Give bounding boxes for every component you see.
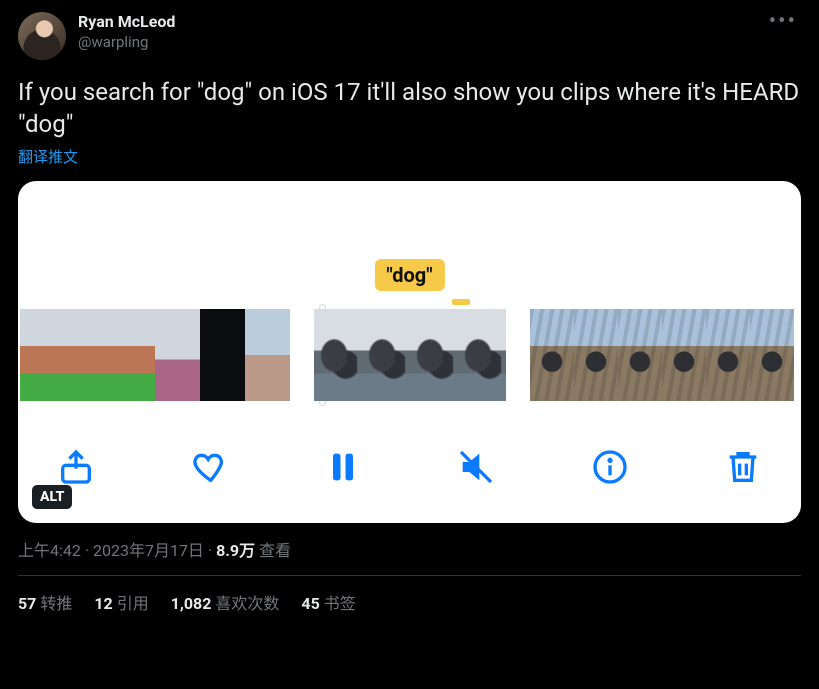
thumbnail[interactable] — [706, 309, 750, 401]
tweet-meta: 上午4:42 2023年7月17日 8.9万 查看 — [18, 537, 801, 561]
views-count: 8.9万 — [216, 541, 255, 560]
thumbnail[interactable] — [65, 309, 110, 401]
thumbnail[interactable] — [245, 309, 290, 401]
thumbnail[interactable] — [662, 309, 706, 401]
display-name: Ryan McLeod — [78, 12, 753, 32]
thumbnail[interactable] — [530, 309, 574, 401]
media-card[interactable]: "dog" — [18, 181, 801, 523]
retweets-count: 57 — [18, 594, 36, 613]
bookmarks-count: 45 — [301, 594, 319, 613]
handle: @warpling — [78, 32, 753, 52]
clip-thumbnails-group[interactable] — [530, 309, 794, 401]
tweet-stats: 57转推 12 引用 1,082喜欢次数 45 书签 — [18, 576, 801, 614]
quotes-count: 12 — [94, 594, 112, 613]
tweet-text: If you search for "dog" on iOS 17 it'll … — [18, 76, 801, 140]
likes-stat[interactable]: 1,082喜欢次数 — [171, 590, 280, 614]
video-timeline[interactable] — [18, 309, 801, 401]
avatar[interactable] — [18, 12, 66, 60]
media-toolbar — [18, 423, 801, 523]
share-icon[interactable] — [52, 443, 100, 491]
thumbnail[interactable] — [618, 309, 662, 401]
meta-date[interactable]: 2023年7月17日 — [93, 541, 204, 560]
tweet: Ryan McLeod @warpling ••• If you search … — [0, 0, 819, 614]
likes-label: 喜欢次数 — [215, 594, 279, 613]
thumbnail[interactable] — [574, 309, 618, 401]
quotes-label: 引用 — [117, 594, 149, 613]
thumbnail[interactable] — [410, 309, 458, 401]
thumbnail[interactable] — [110, 309, 155, 401]
translate-link[interactable]: 翻译推文 — [18, 146, 801, 167]
info-icon[interactable] — [586, 443, 634, 491]
views-label: 查看 — [259, 541, 291, 560]
thumbnail[interactable] — [314, 309, 362, 401]
bookmarks-stat[interactable]: 45 书签 — [301, 590, 355, 614]
clip-thumbnails-group[interactable] — [20, 309, 290, 401]
meta-time[interactable]: 上午4:42 — [18, 541, 81, 560]
retweets-stat[interactable]: 57转推 — [18, 590, 72, 614]
thumbnail[interactable] — [458, 309, 506, 401]
likes-count: 1,082 — [171, 594, 212, 613]
highlight-marker — [452, 299, 470, 305]
alt-badge[interactable]: ALT — [32, 485, 72, 509]
mute-icon[interactable] — [452, 443, 500, 491]
heart-icon[interactable] — [185, 443, 233, 491]
thumbnail[interactable] — [200, 309, 245, 401]
trash-icon[interactable] — [719, 443, 767, 491]
tweet-header: Ryan McLeod @warpling ••• — [18, 12, 801, 60]
thumbnail[interactable] — [750, 309, 794, 401]
thumbnail[interactable] — [155, 309, 200, 401]
search-highlight-token: "dog" — [374, 259, 444, 291]
thumbnail[interactable] — [20, 309, 65, 401]
thumbnail[interactable] — [362, 309, 410, 401]
pause-icon[interactable] — [319, 443, 367, 491]
author-block[interactable]: Ryan McLeod @warpling — [78, 12, 753, 52]
bookmarks-label: 书签 — [324, 594, 356, 613]
quotes-stat[interactable]: 12 引用 — [94, 590, 148, 614]
clip-thumbnails-group[interactable] — [314, 309, 506, 401]
retweets-label: 转推 — [40, 594, 72, 613]
more-icon[interactable]: ••• — [765, 12, 801, 32]
